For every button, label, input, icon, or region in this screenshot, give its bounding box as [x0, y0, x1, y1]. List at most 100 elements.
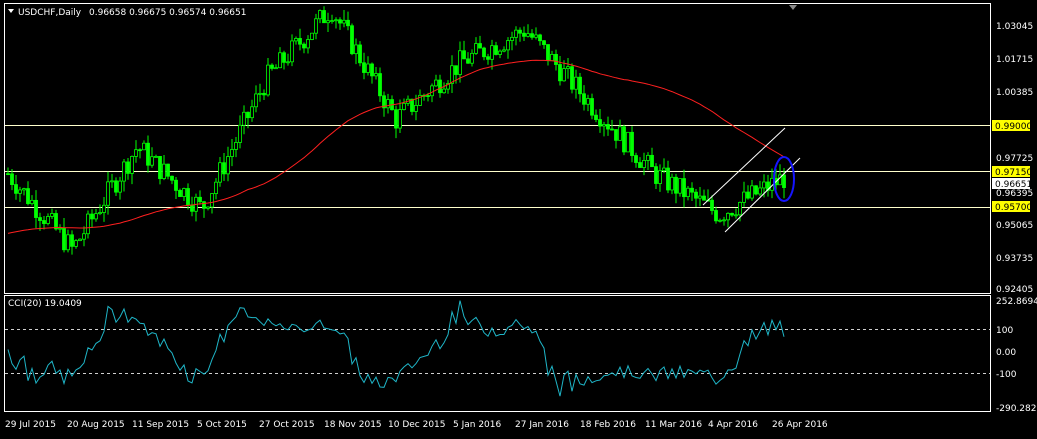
candle-body	[210, 193, 214, 208]
candle-body	[342, 19, 346, 24]
cci-tick: 0.00	[996, 348, 1016, 358]
candle-body	[310, 32, 314, 40]
candle-body	[258, 92, 262, 95]
candle-body	[42, 220, 46, 224]
candle-body	[518, 29, 522, 34]
candle-body	[82, 233, 86, 240]
candle-body	[206, 206, 210, 209]
candle-body	[450, 65, 454, 84]
candle-body	[306, 39, 310, 49]
candle-body	[250, 106, 254, 119]
candle-body	[494, 45, 498, 55]
candle-body	[378, 73, 382, 97]
candle-body	[426, 95, 430, 97]
time-label: 18 Feb 2016	[580, 420, 636, 430]
candle-body	[58, 227, 62, 230]
candle-body	[550, 54, 554, 62]
candle-body	[710, 199, 714, 211]
candle-body	[74, 240, 78, 247]
cci-pane[interactable]	[4, 295, 991, 412]
candle-body	[646, 154, 650, 161]
candle-body	[490, 45, 494, 60]
time-label: 11 Mar 2016	[645, 420, 702, 430]
candle-body	[546, 44, 550, 62]
candle-body	[182, 188, 186, 197]
scroll-marker-icon[interactable]	[789, 5, 797, 10]
cci-line	[7, 300, 785, 397]
candle-body	[226, 156, 230, 175]
candle-body	[538, 34, 542, 42]
candle-body	[302, 43, 306, 49]
candle-body	[358, 44, 362, 64]
candle-body	[570, 66, 574, 90]
candle-body	[458, 50, 462, 75]
time-label: 20 Aug 2015	[67, 420, 125, 430]
candle-body	[26, 188, 30, 205]
candle-body	[610, 128, 614, 131]
price-tag: 0.99000	[995, 122, 1032, 132]
candle-body	[70, 234, 74, 247]
candle-body	[698, 195, 702, 199]
candle-body	[414, 105, 418, 112]
candle-body	[110, 180, 114, 183]
candle-body	[50, 213, 54, 217]
candle-body	[498, 50, 502, 55]
candle-body	[602, 124, 606, 127]
collapse-triangle-icon[interactable]	[8, 9, 14, 13]
candle-body	[722, 219, 726, 222]
candle-body	[410, 98, 414, 112]
candle-body	[122, 161, 126, 182]
chart-frame[interactable]: USDCHF,Daily 0.96658 0.96675 0.96574 0.9…	[0, 0, 1037, 439]
candle-body	[762, 181, 766, 189]
candle-body	[54, 213, 58, 230]
candle-body	[478, 43, 482, 49]
candle-body	[222, 162, 226, 175]
candle-body	[578, 76, 582, 95]
candle-body	[750, 185, 754, 199]
candle-body	[322, 10, 326, 24]
candle-body	[694, 191, 698, 199]
candle-body	[522, 32, 526, 37]
price-axis: 1.03045 1.01715 1.00385 0.97725 0.95065 …	[992, 22, 1033, 295]
candle-body	[350, 25, 354, 55]
candle-body	[638, 162, 642, 168]
candle-body	[34, 199, 38, 218]
candle-body	[286, 61, 290, 64]
candle-body	[14, 184, 18, 194]
candle-body	[150, 156, 154, 166]
price-tick: 0.97725	[996, 154, 1033, 164]
candle-body	[46, 216, 50, 224]
candle-body	[86, 213, 90, 235]
candle-body	[270, 64, 274, 69]
candle-body	[754, 185, 758, 195]
candle-body	[642, 160, 646, 168]
candle-body	[474, 43, 478, 54]
candle-body	[246, 111, 250, 119]
candle-body	[146, 142, 150, 166]
candle-body	[402, 102, 406, 110]
time-label: 27 Jan 2016	[515, 420, 569, 430]
candle-body	[606, 124, 610, 130]
time-label: 10 Dec 2015	[388, 420, 446, 430]
candle-body	[78, 238, 82, 242]
candle-body	[666, 167, 670, 191]
cci-tick: 252.8694	[996, 297, 1037, 307]
candle-body	[542, 40, 546, 45]
candle-body	[558, 64, 562, 82]
channel-lower-line[interactable]	[724, 157, 801, 233]
cci-tick: 100	[996, 326, 1013, 336]
candle-body	[622, 126, 626, 153]
candle-body	[462, 50, 466, 60]
candle-body	[266, 64, 270, 96]
candle-body	[18, 189, 22, 194]
candle-body	[690, 187, 694, 193]
candle-body	[38, 217, 42, 221]
candle-body	[334, 19, 338, 22]
candle-body	[506, 40, 510, 51]
candle-body	[166, 163, 170, 177]
candle-body	[126, 161, 130, 174]
time-label: 27 Oct 2015	[259, 420, 315, 430]
price-tick: 0.95065	[996, 221, 1033, 231]
candle-body	[674, 176, 678, 194]
time-label: 11 Sep 2015	[132, 420, 189, 430]
